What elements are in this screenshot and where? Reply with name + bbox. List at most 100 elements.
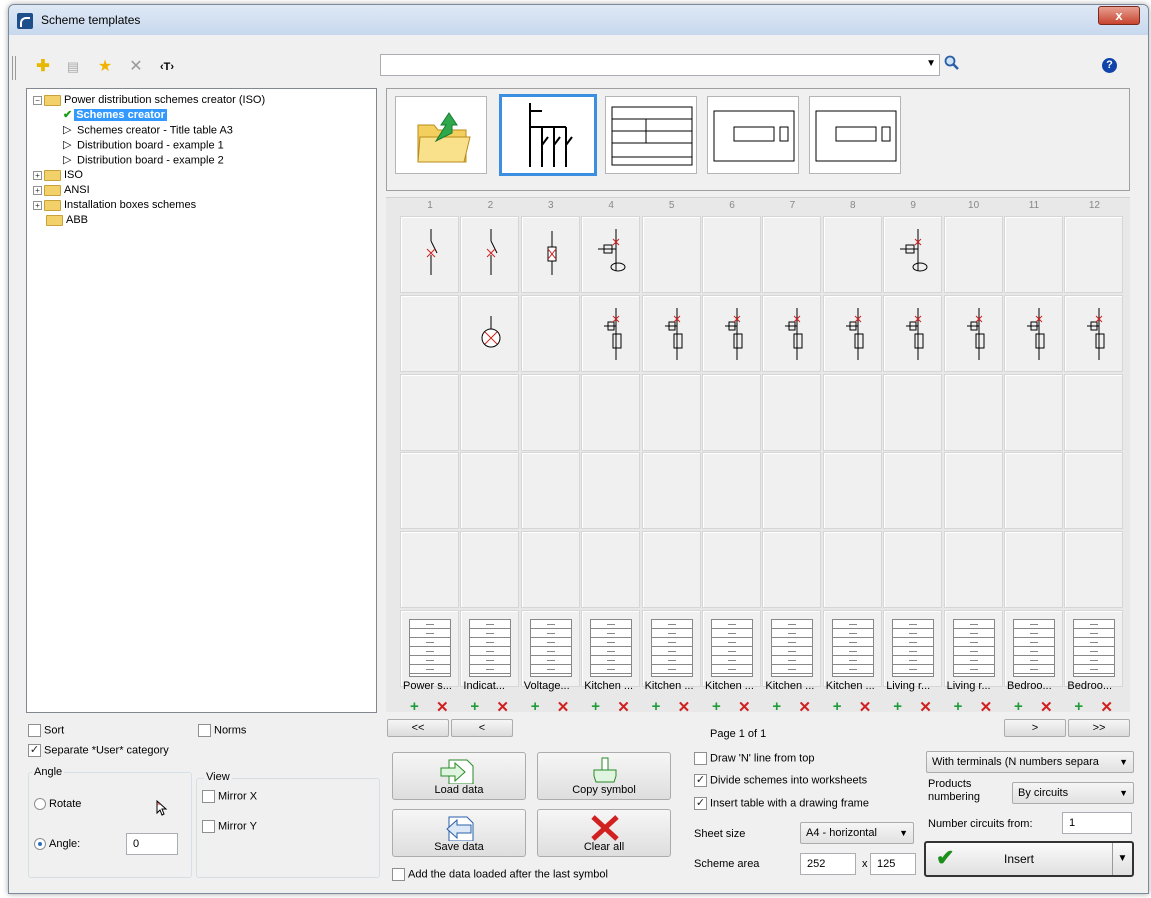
scheme-cell[interactable]: [943, 531, 1003, 608]
table-cell[interactable]: [1004, 610, 1063, 687]
scheme-cell[interactable]: [520, 216, 580, 293]
remove-column-icon[interactable]: ✕: [496, 698, 509, 716]
scheme-cell[interactable]: [400, 531, 459, 608]
scheme-cell[interactable]: [520, 374, 580, 451]
divide-worksheets-checkbox[interactable]: ✓ Divide schemes into worksheets: [694, 774, 867, 787]
add-column-icon[interactable]: +: [954, 698, 963, 715]
remove-column-icon[interactable]: ✕: [798, 698, 811, 716]
scheme-cell[interactable]: [581, 216, 641, 293]
remove-column-icon[interactable]: ✕: [557, 698, 570, 716]
tree-item-ansi[interactable]: + ANSI: [33, 183, 370, 198]
table-cell[interactable]: [883, 610, 943, 687]
remove-column-icon[interactable]: ✕: [436, 698, 449, 716]
copy-symbol-button[interactable]: Copy symbol: [537, 752, 671, 800]
remove-column-icon[interactable]: ✕: [919, 698, 932, 716]
table-cell[interactable]: [822, 610, 882, 687]
add-icon[interactable]: ✚: [32, 56, 54, 78]
scheme-cell[interactable]: [702, 295, 761, 372]
delete-icon[interactable]: ✕: [125, 56, 147, 78]
chevron-down-icon[interactable]: ▼: [1112, 843, 1132, 875]
title-table-thumbnail[interactable]: [605, 96, 697, 174]
scheme-cell[interactable]: [581, 295, 641, 372]
scheme-cell[interactable]: [400, 295, 459, 372]
scheme-cell[interactable]: [943, 452, 1003, 529]
scheme-creator-thumbnail[interactable]: [499, 94, 597, 176]
add-column-icon[interactable]: +: [1074, 698, 1083, 715]
table-cell[interactable]: [943, 610, 1003, 687]
save-data-button[interactable]: Save data: [392, 809, 526, 857]
products-numbering-select[interactable]: By circuits ▼: [1012, 782, 1134, 804]
first-page-button[interactable]: <<: [387, 719, 449, 737]
scheme-cell[interactable]: [1064, 295, 1124, 372]
scheme-cell[interactable]: [943, 295, 1003, 372]
scheme-cell[interactable]: [1064, 531, 1124, 608]
remove-column-icon[interactable]: ✕: [1100, 698, 1113, 716]
scheme-cell[interactable]: [1004, 452, 1063, 529]
tree-item-title-table[interactable]: ▷ Schemes creator - Title table A3: [33, 123, 370, 138]
scheme-cell[interactable]: [641, 216, 701, 293]
scheme-cell[interactable]: [460, 216, 520, 293]
tree-item-example-1[interactable]: ▷ Distribution board - example 1: [33, 138, 370, 153]
scheme-cell[interactable]: [702, 216, 761, 293]
add-column-icon[interactable]: +: [470, 698, 479, 715]
remove-column-icon[interactable]: ✕: [1040, 698, 1053, 716]
scheme-cell[interactable]: [641, 374, 701, 451]
text-icon[interactable]: ‹T›: [156, 56, 178, 78]
rotate-radio[interactable]: Rotate: [34, 798, 81, 811]
scheme-cell[interactable]: [883, 452, 943, 529]
scheme-cell[interactable]: [943, 216, 1003, 293]
scheme-cell[interactable]: [1004, 531, 1063, 608]
mirror-x-checkbox[interactable]: Mirror X: [202, 790, 257, 803]
add-column-icon[interactable]: +: [591, 698, 600, 715]
favorite-star-icon[interactable]: ★: [94, 56, 116, 78]
scheme-cell[interactable]: [460, 374, 520, 451]
scheme-cell[interactable]: [762, 216, 822, 293]
draw-n-line-checkbox[interactable]: Draw 'N' line from top: [694, 752, 814, 765]
scheme-cell[interactable]: [641, 452, 701, 529]
add-column-icon[interactable]: +: [410, 698, 419, 715]
scheme-cell[interactable]: [1064, 216, 1124, 293]
number-circuits-input[interactable]: 1: [1062, 812, 1132, 834]
remove-column-icon[interactable]: ✕: [738, 698, 751, 716]
norms-checkbox[interactable]: Norms: [198, 724, 246, 737]
add-column-icon[interactable]: +: [772, 698, 781, 715]
scheme-cell[interactable]: [883, 216, 943, 293]
scheme-cell[interactable]: [1004, 374, 1063, 451]
scheme-cell[interactable]: [520, 531, 580, 608]
scheme-cell[interactable]: [1064, 452, 1124, 529]
remove-column-icon[interactable]: ✕: [678, 698, 691, 716]
add-column-icon[interactable]: +: [531, 698, 540, 715]
scheme-cell[interactable]: [883, 531, 943, 608]
add-column-icon[interactable]: +: [652, 698, 661, 715]
scheme-cell[interactable]: [460, 531, 520, 608]
scheme-cell[interactable]: [702, 452, 761, 529]
scheme-cell[interactable]: [822, 216, 882, 293]
sort-checkbox[interactable]: Sort: [28, 724, 64, 737]
tree-item-example-2[interactable]: ▷ Distribution board - example 2: [33, 153, 370, 168]
scheme-cell[interactable]: [822, 531, 882, 608]
search-icon[interactable]: [944, 55, 960, 75]
mirror-y-checkbox[interactable]: Mirror Y: [202, 820, 257, 833]
scheme-cell[interactable]: [822, 374, 882, 451]
title-bar[interactable]: Scheme templates x: [9, 5, 1148, 35]
close-button[interactable]: x: [1098, 6, 1140, 25]
scheme-cell[interactable]: [883, 374, 943, 451]
table-cell[interactable]: [400, 610, 459, 687]
remove-column-icon[interactable]: ✕: [859, 698, 872, 716]
toolbar-grip[interactable]: [12, 56, 16, 80]
scheme-cell[interactable]: [943, 374, 1003, 451]
scheme-cell[interactable]: [1064, 374, 1124, 451]
distribution-board-1-thumbnail[interactable]: [707, 96, 799, 174]
next-page-button[interactable]: >: [1004, 719, 1066, 737]
load-data-button[interactable]: Load data: [392, 752, 526, 800]
scheme-cell[interactable]: [883, 295, 943, 372]
scheme-cell[interactable]: [460, 452, 520, 529]
scheme-cell[interactable]: [400, 374, 459, 451]
scheme-cell[interactable]: [1004, 216, 1063, 293]
scheme-area-height-input[interactable]: 125: [870, 853, 916, 875]
scheme-cell[interactable]: [762, 374, 822, 451]
scheme-cell[interactable]: [641, 295, 701, 372]
tree-item-installation-boxes[interactable]: + Installation boxes schemes: [33, 198, 370, 213]
scheme-cell[interactable]: [400, 216, 459, 293]
table-cell[interactable]: [581, 610, 641, 687]
